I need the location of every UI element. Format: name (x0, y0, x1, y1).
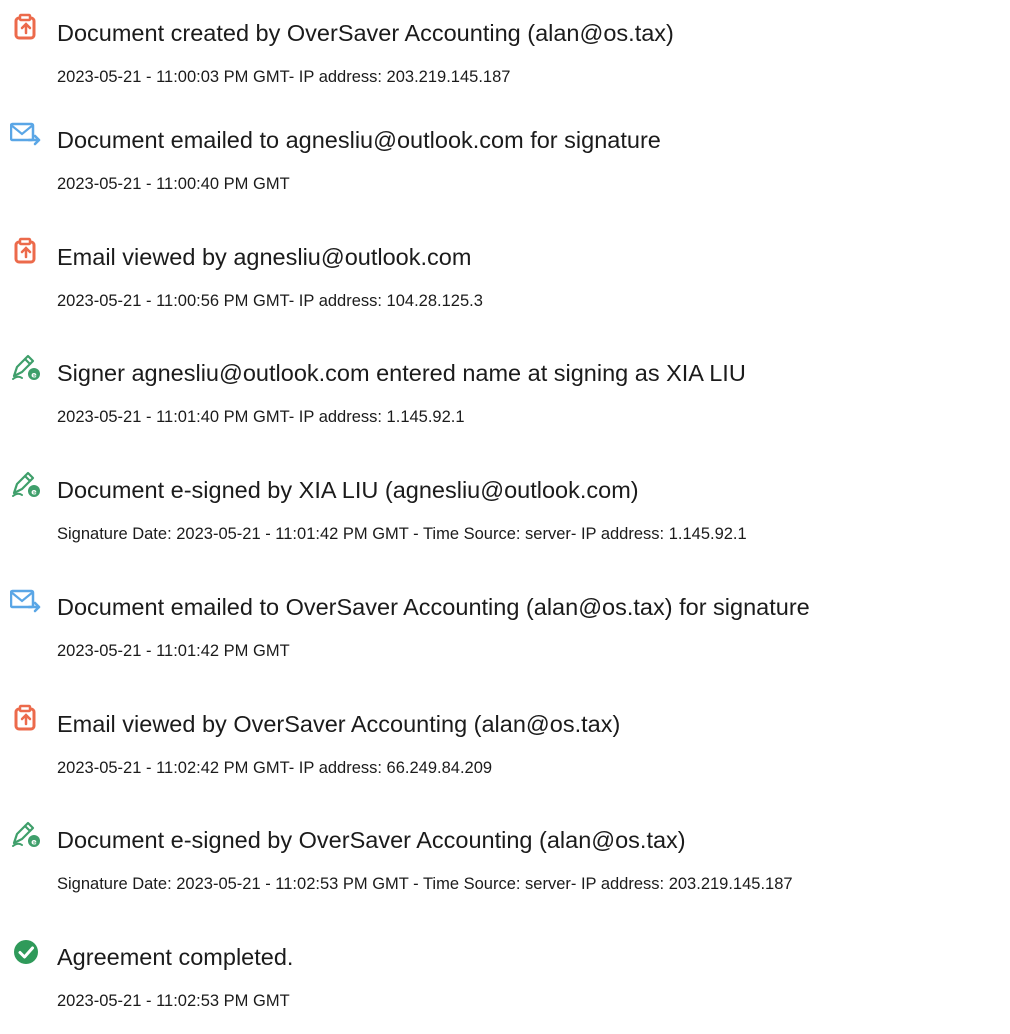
event-title: Signer agnesliu@outlook.com entered name… (57, 360, 746, 386)
document-icon (10, 703, 42, 733)
signature-icon: e (10, 469, 42, 499)
event-detail: 2023-05-21 - 11:00:56 PM GMT- IP address… (57, 292, 483, 310)
event-title: Document e-signed by OverSaver Accountin… (57, 827, 686, 853)
event-title: Document emailed to OverSaver Accounting… (57, 594, 810, 620)
email-icon (10, 119, 42, 149)
audit-event-document-emailed: Document emailed to OverSaver Accounting… (0, 584, 1010, 684)
audit-event-name-entered: e Signer agnesliu@outlook.com entered na… (0, 350, 1010, 450)
email-icon (10, 586, 42, 616)
audit-event-email-viewed: Email viewed by OverSaver Accounting (al… (0, 701, 1010, 801)
event-title: Email viewed by agnesliu@outlook.com (57, 244, 472, 270)
audit-event-document-created: Document created by OverSaver Accounting… (0, 10, 1010, 110)
svg-text:e: e (31, 371, 37, 380)
audit-event-document-signed: e Document e-signed by XIA LIU (agnesliu… (0, 467, 1010, 567)
audit-event-email-viewed: Email viewed by agnesliu@outlook.com 202… (0, 234, 1010, 334)
audit-event-document-signed: e Document e-signed by OverSaver Account… (0, 817, 1010, 917)
checkmark-icon (10, 936, 42, 966)
document-icon (10, 12, 42, 42)
document-icon (10, 236, 42, 266)
event-detail: 2023-05-21 - 11:02:42 PM GMT- IP address… (57, 759, 493, 777)
event-detail: 2023-05-21 - 11:00:40 PM GMT (57, 175, 290, 193)
event-title: Agreement completed. (57, 944, 294, 970)
event-title: Document e-signed by XIA LIU (agnesliu@o… (57, 477, 639, 503)
event-detail: Signature Date: 2023-05-21 - 11:02:53 PM… (57, 875, 793, 893)
svg-text:e: e (31, 838, 37, 847)
event-detail: 2023-05-21 - 11:01:40 PM GMT- IP address… (57, 408, 465, 426)
svg-text:e: e (31, 488, 37, 497)
event-detail: 2023-05-21 - 11:02:53 PM GMT (57, 992, 290, 1010)
event-title: Email viewed by OverSaver Accounting (al… (57, 711, 621, 737)
event-title: Document emailed to agnesliu@outlook.com… (57, 127, 661, 153)
audit-event-document-emailed: Document emailed to agnesliu@outlook.com… (0, 117, 1010, 217)
signature-icon: e (10, 819, 42, 849)
event-title: Document created by OverSaver Accounting… (57, 20, 674, 46)
audit-event-agreement-completed: Agreement completed. 2023-05-21 - 11:02:… (0, 934, 1010, 1034)
event-detail: 2023-05-21 - 11:01:42 PM GMT (57, 642, 290, 660)
signature-icon: e (10, 352, 42, 382)
event-detail: Signature Date: 2023-05-21 - 11:01:42 PM… (57, 525, 747, 543)
event-detail: 2023-05-21 - 11:00:03 PM GMT- IP address… (57, 68, 511, 86)
